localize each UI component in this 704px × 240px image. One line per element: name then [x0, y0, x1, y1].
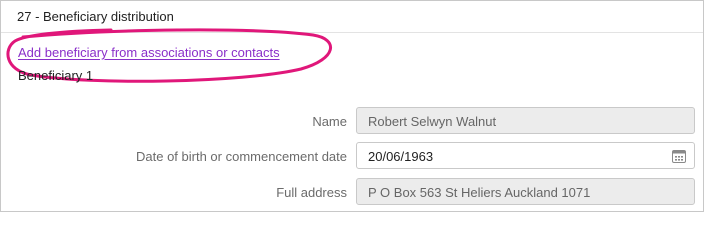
section-divider	[1, 32, 703, 33]
name-label: Name	[312, 114, 347, 129]
dob-label: Date of birth or commencement date	[136, 149, 347, 164]
address-field: P O Box 563 St Heliers Auckland 1071	[356, 178, 695, 205]
name-field: Robert Selwyn Walnut	[356, 107, 695, 134]
address-row: Full address P O Box 563 St Heliers Auck…	[1, 178, 703, 207]
beneficiary-heading: Beneficiary 1	[18, 68, 94, 83]
calendar-icon[interactable]	[672, 149, 686, 163]
section-title: 27 - Beneficiary distribution	[17, 9, 174, 24]
dob-value: 20/06/1963	[368, 149, 434, 164]
name-row: Name Robert Selwyn Walnut	[1, 107, 703, 136]
add-beneficiary-link[interactable]: Add beneficiary from associations or con…	[18, 45, 280, 60]
dob-field[interactable]: 20/06/1963	[356, 142, 695, 169]
dob-row: Date of birth or commencement date 20/06…	[1, 142, 703, 171]
beneficiary-panel: 27 - Beneficiary distribution Add benefi…	[0, 0, 704, 212]
address-label: Full address	[276, 185, 347, 200]
